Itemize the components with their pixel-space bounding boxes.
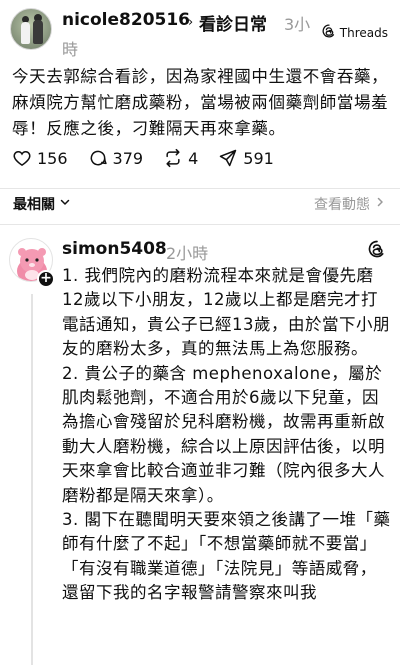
divider [0,224,400,225]
thread-line [31,294,33,665]
heart-icon [12,148,32,168]
repost-button[interactable]: 4 [163,148,198,168]
threads-logo-icon [322,24,336,42]
view-activity-link[interactable]: 查看動態 [314,194,386,214]
follow-plus-button[interactable]: + [37,270,55,288]
threads-logo-icon [368,240,386,262]
reply-post: + simon5408 2小時 1. 我們院內的磨粉流程本來就是會優先磨12歲以… [0,228,400,665]
sort-dropdown[interactable]: 最相關 [13,194,71,214]
post-time-cont: 時 [62,40,79,59]
send-icon [218,148,238,168]
reply-time: 2小時 [166,244,209,263]
threads-badge: Threads [322,24,388,42]
chevron-right-icon [374,196,386,212]
post-time: 3小 [284,15,311,34]
like-count: 156 [37,148,68,168]
post-username[interactable]: nicole820516 [62,10,190,30]
chevron-down-icon [59,196,71,212]
post-actions: 156 379 4 591 [12,148,294,168]
reply-username[interactable]: simon5408 [62,239,167,259]
repost-icon [163,148,183,168]
like-button[interactable]: 156 [12,148,68,168]
comment-count: 379 [112,148,144,168]
share-button[interactable]: 591 [218,148,274,168]
tag-separator-icon: › [188,15,194,30]
threads-badge-label: Threads [339,26,388,40]
reply-paragraph: 3. 閣下在聽聞明天要來領之後講了一堆「藥師有什麼了不起」「不想當藥師就不要當」… [62,510,391,603]
post-topic-tag[interactable]: 看診日常 [199,10,267,35]
comment-icon [88,148,108,168]
share-count: 591 [243,148,274,168]
reply-paragraph: 2. 貴公子的藥含 mephenoxalone，屬於肌肉鬆弛劑，不適合用於6歲以… [62,363,385,505]
reply-body: 1. 我們院內的磨粉流程本來就是會優先磨12歲以下小朋友，12歲以上都是磨完才打… [62,264,392,606]
reply-paragraph: 1. 我們院內的磨粉流程本來就是會優先磨12歲以下小朋友，12歲以上都是磨完才打… [62,266,390,359]
repost-count: 4 [188,148,199,168]
avatar[interactable] [10,8,52,50]
post-body: 今天去郭綜合看診，因為家裡國中生還不會吞藥，麻煩院方幫忙磨成藥粉，當場被兩個藥劑… [12,67,389,138]
sort-bar: 最相關 查看動態 [0,189,400,219]
original-post: nicole820516 › 看診日常 3小 時 Threads 今天去郭綜合看… [0,0,400,188]
sort-label: 最相關 [13,197,55,213]
comment-button[interactable]: 379 [88,148,144,168]
view-activity-label: 查看動態 [314,197,370,213]
